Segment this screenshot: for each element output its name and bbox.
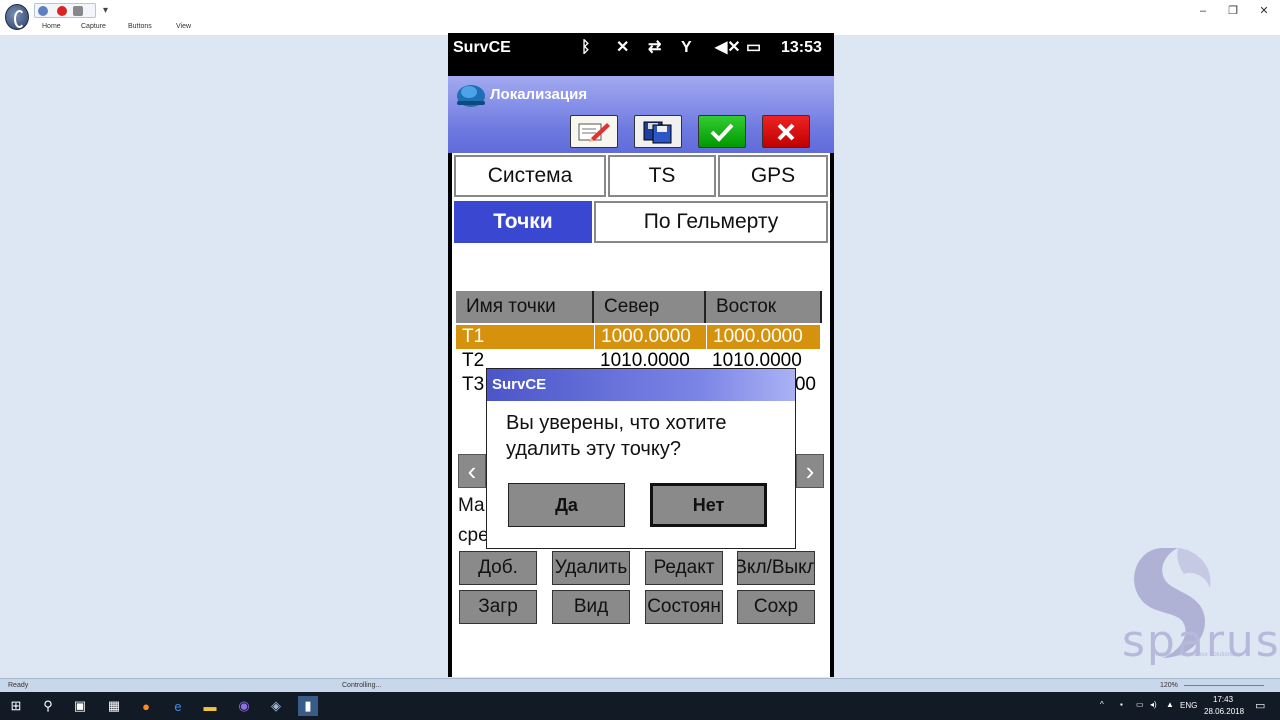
save-button[interactable] [634, 115, 682, 148]
customize-toolbar-icon[interactable]: ▾ [103, 4, 108, 18]
minimize-button[interactable]: – [1195, 3, 1211, 19]
watermark-text: sparus [1122, 616, 1280, 667]
status-controlling: Controlling... [342, 682, 382, 689]
no-button[interactable]: Нет [650, 483, 767, 527]
watermark-tagline: Mobile Performance Solutions [1154, 652, 1235, 658]
column-header-east[interactable]: Восток [706, 291, 822, 323]
start-windows-icon[interactable]: ⊞ [6, 696, 26, 716]
ribbon-tab-home[interactable]: Home [42, 23, 61, 30]
edit-point-button[interactable]: Редакт [645, 551, 723, 585]
store-button[interactable]: Сохр [737, 590, 815, 624]
ribbon-tab-capture[interactable]: Capture [81, 23, 106, 30]
table-row-name[interactable]: T1 [456, 325, 594, 349]
tray-app-icon[interactable]: ▪ [1120, 700, 1123, 709]
zoom-level: 120% [1160, 682, 1178, 689]
tab-ts[interactable]: TS [608, 155, 716, 197]
windows-taskbar: ⊞ ⚲ ▣ ▦ ● e ▬ ◉ ◈ ▮ ^ ▪ ▭ ◂) ▲ ENG 17:43… [0, 692, 1280, 720]
app-title: Локализация [490, 86, 588, 103]
task-view-icon[interactable]: ▣ [70, 696, 90, 716]
mean-label: сре [458, 525, 489, 546]
delete-button[interactable]: Удалить [552, 551, 630, 585]
tab-helmert[interactable]: По Гельмерту [594, 201, 828, 243]
no-signal-icon: Y [681, 39, 692, 56]
clock-time[interactable]: 17:43 [1213, 695, 1233, 704]
lock-icon[interactable]: ▲ [1166, 700, 1174, 709]
device-status-title: SurvCE [453, 39, 511, 56]
device-status-bar: SurvCE ᛒ ✕ ⇄ Y ◀✕ ▭ 13:53 [448, 33, 834, 63]
status-button[interactable]: Состоян [645, 590, 723, 624]
calculator-icon[interactable]: ▦ [104, 696, 124, 716]
device-screen: SurvCE ᛒ ✕ ⇄ Y ◀✕ ▭ 13:53 Локализация Си… [448, 33, 834, 677]
clock-date[interactable]: 28.06.2018 [1204, 707, 1244, 716]
column-header-north[interactable]: Север [594, 291, 706, 323]
scroll-left-button[interactable]: ‹ [458, 454, 486, 488]
dialog-message: Вы уверены, что хотите удалить эту точку… [506, 412, 727, 460]
cancel-button[interactable] [762, 115, 810, 148]
tab-gps[interactable]: GPS [718, 155, 828, 197]
tab-system[interactable]: Система [454, 155, 606, 197]
sync-arrows-icon: ⇄ [648, 39, 662, 56]
helmet-icon [457, 85, 485, 107]
toggle-button[interactable]: Вкл/Выкл [737, 551, 815, 585]
table-row-east[interactable]: 1000.0000 [706, 325, 820, 349]
tab-points[interactable]: Точки [454, 201, 592, 243]
tray-expand-icon[interactable]: ^ [1100, 700, 1104, 709]
remote-app-icon[interactable]: ◈ [266, 696, 286, 716]
record-icon[interactable] [57, 6, 67, 16]
notifications-icon[interactable]: ▭ [1255, 699, 1265, 712]
device-clock: 13:53 [781, 39, 822, 56]
table-row-north[interactable]: 1000.0000 [594, 325, 706, 349]
edge-browser-icon[interactable]: e [168, 696, 188, 716]
network-icon[interactable]: ▭ [1136, 700, 1144, 709]
view-button[interactable]: Вид [552, 590, 630, 624]
close-x-icon [777, 123, 795, 140]
column-header-name[interactable]: Имя точки [456, 291, 594, 323]
no-wifi-icon: ✕ [616, 39, 630, 56]
scale-label: Ма [458, 495, 485, 516]
host-status-bar: Ready Controlling... 120% [0, 678, 1280, 692]
scroll-right-button[interactable]: › [796, 454, 824, 488]
confirm-button[interactable] [698, 115, 746, 148]
quick-access-toolbar[interactable] [34, 3, 96, 18]
status-ready: Ready [8, 682, 29, 689]
dialog-title: SurvCE [487, 369, 795, 401]
viber-icon[interactable]: ◉ [234, 696, 254, 716]
add-button[interactable]: Доб. [459, 551, 537, 585]
file-explorer-icon[interactable]: ▬ [200, 696, 220, 716]
speaker-muted-icon: ◀✕ [715, 39, 741, 56]
print-icon[interactable] [73, 6, 83, 16]
restore-button[interactable]: ❐ [1225, 3, 1241, 19]
ribbon-tab-buttons[interactable]: Buttons [128, 23, 152, 30]
confirm-delete-dialog: SurvCE Вы уверены, что хотите удалить эт… [486, 368, 796, 549]
host-title-bar: ▾ – ❐ ✕ [0, 0, 1280, 22]
load-button[interactable]: Загр [459, 590, 537, 624]
battery-icon: ▭ [746, 39, 762, 56]
close-window-button[interactable]: ✕ [1256, 3, 1272, 19]
zoom-slider[interactable] [1184, 685, 1264, 686]
bluetooth-icon: ᛒ [581, 39, 591, 56]
app-menu-orb-icon[interactable] [5, 4, 29, 30]
floppy-save-icon [643, 121, 672, 143]
input-language[interactable]: ENG [1180, 701, 1197, 710]
yes-button[interactable]: Да [508, 483, 625, 527]
pencil-edit-icon [578, 122, 610, 142]
volume-icon[interactable]: ◂) [1150, 700, 1157, 709]
search-icon[interactable]: ⚲ [38, 696, 58, 716]
ribbon-tab-view[interactable]: View [176, 23, 191, 30]
play-icon[interactable] [38, 6, 48, 16]
edit-button[interactable] [570, 115, 618, 148]
checkmark-icon [710, 123, 734, 142]
active-app-icon[interactable]: ▮ [298, 696, 318, 716]
firefox-icon[interactable]: ● [136, 696, 156, 716]
